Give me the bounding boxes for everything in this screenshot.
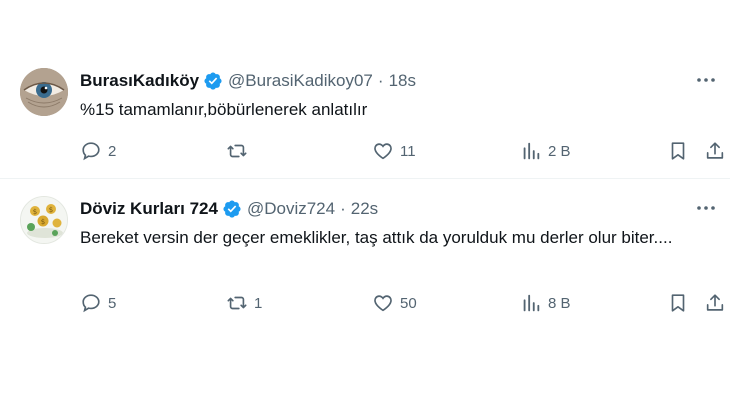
- share-upload-icon: [706, 294, 724, 311]
- share-upload-icon: [706, 142, 724, 159]
- bookmark-icon: [671, 294, 685, 312]
- timestamp[interactable]: 18s: [389, 71, 416, 91]
- display-name[interactable]: Döviz Kurları 724: [80, 199, 218, 219]
- verified-badge-icon: [204, 72, 222, 90]
- retweet-button[interactable]: 1: [226, 290, 262, 316]
- action-bar: 2 11 2 B: [80, 138, 725, 164]
- svg-text:$: $: [49, 206, 53, 214]
- separator-dot: ·: [377, 71, 384, 90]
- like-count: 11: [400, 142, 416, 160]
- reply-button[interactable]: 2: [80, 138, 116, 164]
- tweet[interactable]: $ $ $ Döviz Kurları 724 @Doviz724 · 22s …: [0, 186, 730, 326]
- avatar[interactable]: $ $ $: [20, 196, 68, 244]
- tweet-text: %15 tamamlanır,böbürlenerek anlatılır: [80, 100, 368, 119]
- reply-count: 2: [108, 142, 117, 160]
- handle[interactable]: @BurasiKadikoy07: [228, 71, 373, 91]
- tweet[interactable]: BurasıKadıköy @BurasiKadikoy07 · 18s %15…: [0, 58, 730, 176]
- heart-icon: [374, 143, 392, 160]
- speech-bubble-icon: [82, 142, 100, 161]
- verified-badge-icon: [223, 200, 241, 218]
- avatar[interactable]: [20, 68, 68, 116]
- bar-chart-icon: [523, 142, 540, 160]
- like-button[interactable]: 11: [372, 138, 416, 164]
- ellipsis-icon[interactable]: [696, 72, 716, 88]
- bookmark-button[interactable]: [667, 138, 689, 164]
- views-button[interactable]: 8 B: [520, 290, 571, 316]
- bookmark-button[interactable]: [667, 290, 689, 316]
- retweet-arrows-icon: [227, 296, 247, 310]
- retweet-arrows-icon: [227, 144, 247, 158]
- action-bar: 5 1 50 8 B: [80, 290, 725, 316]
- bookmark-icon: [671, 142, 685, 160]
- display-name[interactable]: BurasıKadıköy: [80, 71, 199, 91]
- speech-bubble-icon: [82, 294, 100, 313]
- retweet-button[interactable]: [226, 138, 254, 164]
- heart-icon: [374, 295, 392, 312]
- divider: [0, 178, 730, 179]
- separator-dot: ·: [340, 199, 346, 218]
- tweet-header: BurasıKadıköy @BurasiKadikoy07 · 18s: [80, 70, 416, 92]
- tweet-header: Döviz Kurları 724 @Doviz724 · 22s: [80, 198, 378, 220]
- svg-text:$: $: [41, 218, 45, 226]
- tweet-text: Bereket versin der geçer emeklikler, taş…: [80, 228, 673, 247]
- view-count: 2 B: [548, 142, 571, 160]
- reply-button[interactable]: 5: [80, 290, 116, 316]
- ellipsis-icon[interactable]: [696, 200, 716, 216]
- like-button[interactable]: 50: [372, 290, 417, 316]
- handle[interactable]: @Doviz724: [247, 199, 335, 219]
- share-button[interactable]: [704, 138, 726, 164]
- retweet-count: 1: [254, 294, 263, 312]
- like-count: 50: [400, 294, 417, 312]
- timestamp[interactable]: 22s: [351, 199, 378, 219]
- share-button[interactable]: [704, 290, 726, 316]
- svg-text:$: $: [33, 208, 37, 216]
- view-count: 8 B: [548, 294, 571, 312]
- reply-count: 5: [108, 294, 117, 312]
- bar-chart-icon: [523, 294, 540, 312]
- views-button[interactable]: 2 B: [520, 138, 571, 164]
